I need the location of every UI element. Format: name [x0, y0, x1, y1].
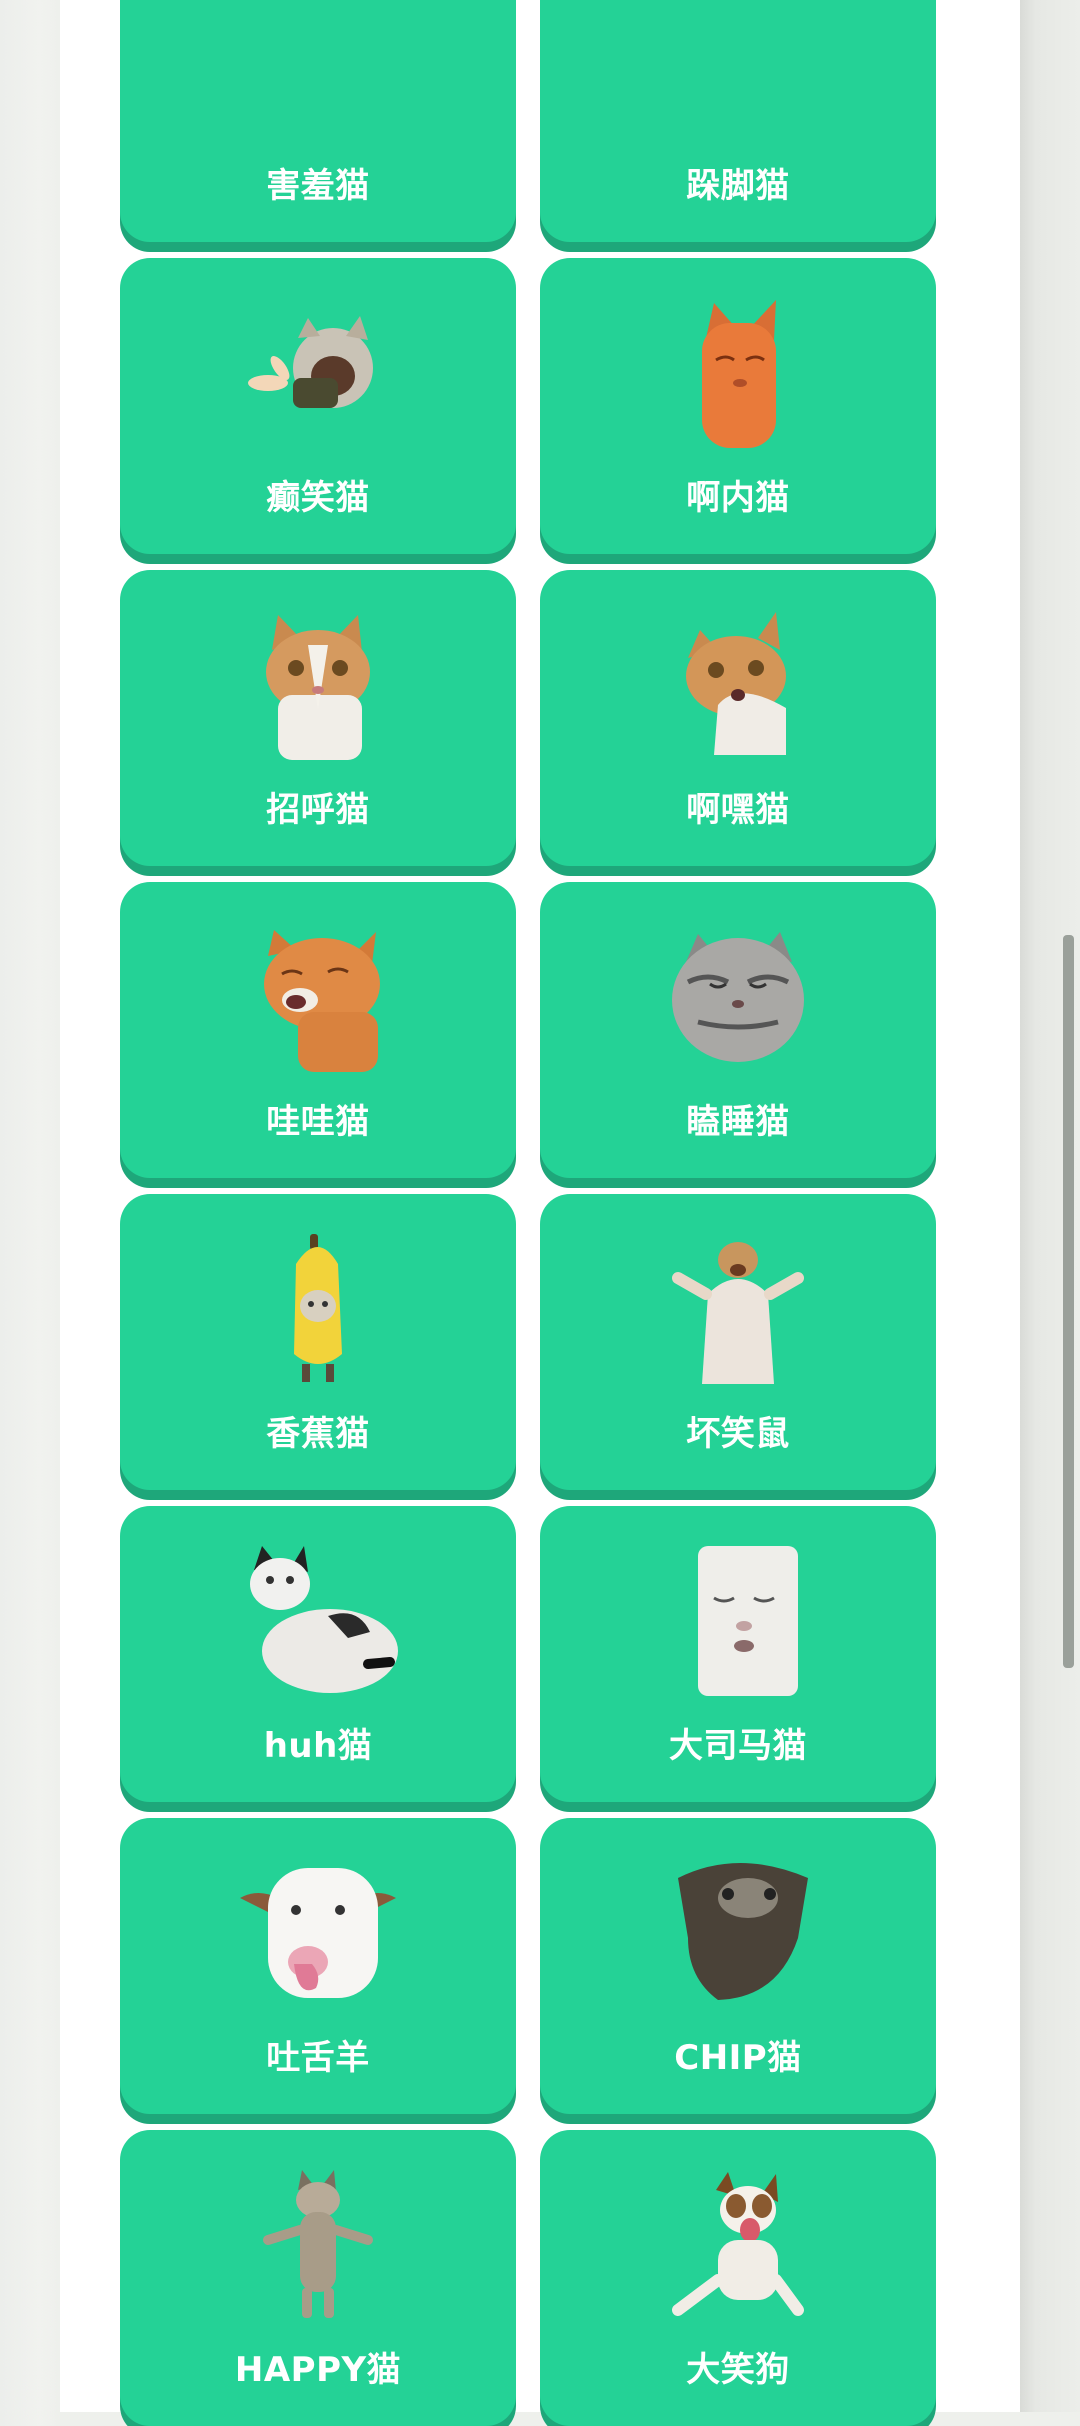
card-label: 害羞猫 [266, 166, 370, 206]
card-label: 啊内猫 [686, 478, 790, 518]
meme-card-sleepy-cat[interactable]: 瞌睡猫 [540, 882, 936, 1178]
meme-card-wawa-cat[interactable]: 哇哇猫 [120, 882, 516, 1178]
card-label: CHIP猫 [674, 2038, 802, 2078]
meme-card-ahei-cat[interactable]: 啊嘿猫 [540, 570, 936, 866]
tongue-goat-image [238, 1858, 398, 2008]
meme-card-white-cat[interactable]: 大司马猫 [540, 1506, 936, 1802]
sleepy-cat-image [658, 922, 818, 1072]
card-label: 癫笑猫 [266, 478, 370, 518]
smirking-hamster-image [658, 1234, 818, 1384]
card-label: 招呼猫 [266, 790, 370, 830]
card-label: HAPPY猫 [234, 2350, 402, 2390]
meme-card-shy-cat[interactable]: 害羞猫 [120, 0, 516, 242]
card-label: 吐舌羊 [266, 2038, 370, 2078]
chip-cat-image [658, 1858, 818, 2008]
orange-cat-image [658, 298, 818, 448]
meme-card-banana-cat[interactable]: 香蕉猫 [120, 1194, 516, 1490]
huh-cat-image [238, 1546, 398, 1696]
meme-grid: 害羞猫 跺脚猫 癫笑猫 啊内猫 招呼猫 啊嘿猫 哇哇猫 瞌睡猫 香蕉猫 坏笑鼠 … [120, 0, 936, 2426]
meme-card-chip-cat[interactable]: CHIP猫 [540, 1818, 936, 2114]
scrollbar-thumb[interactable] [1063, 935, 1074, 1668]
banana-cat-image [238, 1234, 398, 1384]
card-label: 瞌睡猫 [686, 1102, 790, 1142]
crazy-laughing-cat-image [238, 298, 398, 448]
meme-card-tongue-goat[interactable]: 吐舌羊 [120, 1818, 516, 2114]
meme-card-laughing-dog[interactable]: 大笑狗 [540, 2130, 936, 2426]
meme-card-orange-cat[interactable]: 啊内猫 [540, 258, 936, 554]
meme-card-happy-cat[interactable]: HAPPY猫 [120, 2130, 516, 2426]
card-label: 跺脚猫 [686, 166, 790, 206]
card-label: 哇哇猫 [266, 1102, 370, 1142]
card-label: 大司马猫 [669, 1726, 807, 1766]
card-label: huh猫 [263, 1726, 373, 1766]
white-cat-image [658, 1546, 818, 1696]
laughing-dog-image [658, 2170, 818, 2320]
meme-card-greeting-cat[interactable]: 招呼猫 [120, 570, 516, 866]
card-label: 啊嘿猫 [686, 790, 790, 830]
meme-card-crazy-laughing-cat[interactable]: 癫笑猫 [120, 258, 516, 554]
meme-card-huh-cat[interactable]: huh猫 [120, 1506, 516, 1802]
wawa-cat-image [238, 922, 398, 1072]
card-label: 坏笑鼠 [686, 1414, 790, 1454]
meme-card-smirking-hamster[interactable]: 坏笑鼠 [540, 1194, 936, 1490]
happy-cat-image [238, 2170, 398, 2320]
card-label: 大笑狗 [686, 2350, 790, 2390]
ahei-cat-image [658, 610, 818, 760]
meme-card-stomping-cat[interactable]: 跺脚猫 [540, 0, 936, 242]
greeting-cat-image [238, 610, 398, 760]
card-label: 香蕉猫 [266, 1414, 370, 1454]
